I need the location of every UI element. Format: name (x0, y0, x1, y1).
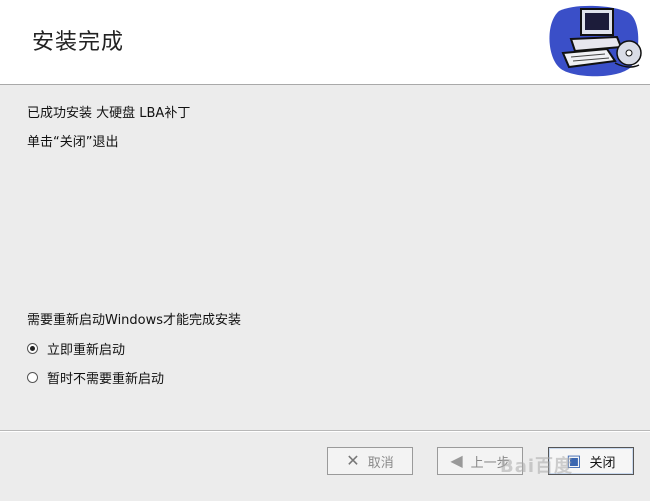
restart-now-option[interactable]: 立即重新启动 (27, 339, 125, 358)
cancel-button[interactable]: ✕ 取消 (327, 447, 413, 475)
back-button[interactable]: ◀ 上一步 (437, 447, 523, 475)
cancel-label: 取消 (367, 455, 394, 471)
close-button[interactable]: ▣ 关闭 (548, 447, 634, 475)
restart-prompt-text: 需要重新启动Windows才能完成安装 (27, 313, 242, 328)
close-door-icon: ▣ (566, 451, 582, 470)
back-arrow-icon: ◀ (450, 451, 463, 470)
close-label: 关闭 (589, 455, 616, 471)
restart-later-radio[interactable] (27, 372, 38, 383)
computer-disc-icon (549, 5, 642, 77)
install-success-text: 已成功安装 大硬盘 LBA补丁 (27, 106, 191, 121)
restart-later-label: 暂时不需要重新启动 (47, 372, 165, 387)
wizard-content: 已成功安装 大硬盘 LBA补丁 单击“关闭”退出 需要重新启动Windows才能… (0, 85, 650, 430)
footer-divider (0, 430, 650, 432)
wizard-header: 安装完成 (0, 0, 650, 85)
page-title: 安装完成 (32, 30, 125, 55)
back-label: 上一步 (470, 455, 510, 471)
close-x-icon: ✕ (346, 451, 360, 470)
restart-later-option[interactable]: 暂时不需要重新启动 (27, 368, 164, 387)
close-instruction-text: 单击“关闭”退出 (27, 135, 119, 150)
restart-now-radio[interactable] (27, 343, 38, 354)
restart-now-label: 立即重新启动 (47, 343, 126, 358)
